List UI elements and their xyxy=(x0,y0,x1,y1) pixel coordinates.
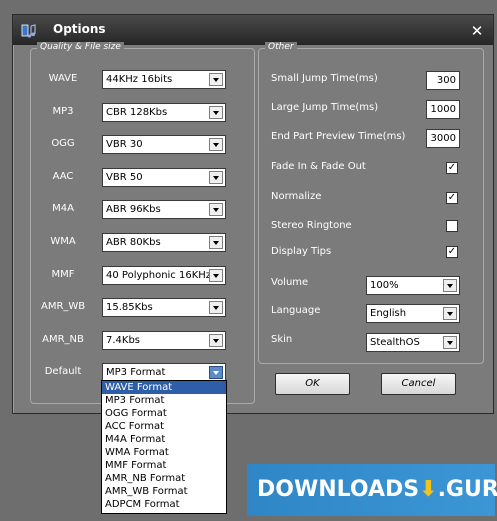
quality-row-label: MMF xyxy=(51,269,75,280)
large-jump-label: Large Jump Time(ms) xyxy=(271,102,379,113)
quality-row-value: 15.85Kbs xyxy=(106,302,153,313)
quality-row-select[interactable]: VBR 30 xyxy=(102,135,226,154)
quality-row-label: WMA xyxy=(50,236,76,247)
quality-row-value: MP3 Format xyxy=(106,367,166,378)
normalize-checkbox[interactable]: ✓ xyxy=(446,192,458,204)
normalize-label: Normalize xyxy=(271,191,322,202)
quality-row-label: OGG xyxy=(51,138,75,149)
quality-row-label: MP3 xyxy=(52,106,74,117)
quality-row-label: WAVE xyxy=(48,73,78,84)
watermark-banner: DOWNLOADS⬇.GURU xyxy=(247,464,497,516)
chevron-down-icon[interactable] xyxy=(209,73,223,86)
quality-row-value: 44KHz 16bits xyxy=(106,74,173,85)
volume-value: 100% xyxy=(370,280,399,291)
title-bar[interactable]: Options ✕ xyxy=(13,15,493,45)
quality-row-select[interactable]: 15.85Kbs xyxy=(102,298,226,317)
quality-row-label: AMR_NB xyxy=(42,334,84,345)
dropdown-option[interactable]: WAVE Format xyxy=(102,381,226,394)
quality-row-label: M4A xyxy=(52,203,74,214)
stereo-checkbox[interactable] xyxy=(446,220,458,232)
dropdown-option[interactable]: AMR_NB Format xyxy=(102,472,226,485)
default-format-dropdown-list[interactable]: WAVE Format MP3 Format OGG Format ACC Forma… xyxy=(101,380,227,514)
music-app-icon xyxy=(21,24,36,38)
tips-label: Display Tips xyxy=(271,246,332,257)
quality-row-label: Default xyxy=(44,366,82,377)
skin-value: StealthOS xyxy=(370,337,420,348)
chevron-down-icon[interactable] xyxy=(209,366,223,379)
chevron-down-icon[interactable] xyxy=(209,138,223,151)
quality-row-value: ABR 96Kbs xyxy=(106,204,161,215)
chevron-down-icon[interactable] xyxy=(209,203,223,216)
quality-row-value: VBR 30 xyxy=(106,139,143,150)
chevron-down-icon[interactable] xyxy=(209,236,223,249)
language-value: English xyxy=(370,308,407,319)
watermark-text-right: .GURU xyxy=(437,477,497,502)
quality-row-label: AMR_WB xyxy=(41,301,86,312)
fade-checkbox[interactable]: ✓ xyxy=(446,162,458,174)
chevron-down-icon[interactable] xyxy=(209,106,223,119)
close-icon[interactable]: ✕ xyxy=(469,23,485,39)
quality-row-value: CBR 128Kbs xyxy=(106,107,168,118)
quality-row-select[interactable]: 7.4Kbs xyxy=(102,331,226,350)
download-arrow-icon: ⬇ xyxy=(419,477,438,502)
chevron-down-icon[interactable] xyxy=(209,334,223,347)
chevron-down-icon[interactable] xyxy=(443,336,457,349)
quality-row-value: 40 Polyphonic 16KHz xyxy=(106,270,212,281)
chevron-down-icon[interactable] xyxy=(209,301,223,314)
window-title: Options xyxy=(53,22,106,36)
dropdown-option[interactable]: ADPCM Format xyxy=(102,498,226,511)
quality-row-select[interactable]: 44KHz 16bits xyxy=(102,70,226,89)
dropdown-option[interactable]: ACC Format xyxy=(102,420,226,433)
end-preview-label: End Part Preview Time(ms) xyxy=(271,131,406,142)
end-preview-input[interactable]: 3000 xyxy=(426,129,460,148)
chevron-down-icon[interactable] xyxy=(443,279,457,292)
cancel-button[interactable]: Cancel xyxy=(381,373,456,395)
language-select[interactable]: English xyxy=(366,304,460,323)
small-jump-label: Small Jump Time(ms) xyxy=(271,73,378,84)
options-dialog: Options ✕ Quality & File size WAVE 44KHz … xyxy=(12,14,494,414)
quality-row-select[interactable]: ABR 96Kbs xyxy=(102,200,226,219)
quality-row-select[interactable]: 40 Polyphonic 16KHz xyxy=(102,266,226,285)
stereo-label: Stereo Ringtone xyxy=(271,220,352,231)
quality-group: Quality & File size xyxy=(30,42,255,404)
dropdown-option[interactable]: MP3 Format xyxy=(102,394,226,407)
skin-select[interactable]: StealthOS xyxy=(366,333,460,352)
volume-label: Volume xyxy=(271,277,309,288)
language-label: Language xyxy=(271,305,321,316)
quality-group-title: Quality & File size xyxy=(37,42,124,52)
large-jump-input[interactable]: 1000 xyxy=(426,100,460,119)
quality-row-label: AAC xyxy=(52,171,74,182)
chevron-down-icon[interactable] xyxy=(209,269,223,282)
tips-checkbox[interactable]: ✓ xyxy=(446,246,458,258)
quality-row-value: VBR 50 xyxy=(106,172,143,183)
dropdown-option[interactable]: AMR_WB Format xyxy=(102,485,226,498)
other-group-title: Other xyxy=(265,42,297,52)
quality-row-select[interactable]: VBR 50 xyxy=(102,168,226,187)
quality-row-select[interactable]: ABR 80Kbs xyxy=(102,233,226,252)
quality-row-select[interactable]: CBR 128Kbs xyxy=(102,103,226,122)
fade-label: Fade In & Fade Out xyxy=(271,161,366,172)
dropdown-option[interactable]: MMF Format xyxy=(102,459,226,472)
chevron-down-icon[interactable] xyxy=(443,307,457,320)
quality-row-value: 7.4Kbs xyxy=(106,335,141,346)
skin-label: Skin xyxy=(271,334,293,345)
dropdown-option[interactable]: WMA Format xyxy=(102,446,226,459)
watermark-text-left: DOWNLOADS xyxy=(257,477,420,502)
volume-select[interactable]: 100% xyxy=(366,276,460,295)
ok-button[interactable]: OK xyxy=(275,373,350,395)
dropdown-option[interactable]: M4A Format xyxy=(102,433,226,446)
chevron-down-icon[interactable] xyxy=(209,171,223,184)
dropdown-option[interactable]: OGG Format xyxy=(102,407,226,420)
quality-row-value: ABR 80Kbs xyxy=(106,237,161,248)
small-jump-input[interactable]: 300 xyxy=(426,71,460,90)
